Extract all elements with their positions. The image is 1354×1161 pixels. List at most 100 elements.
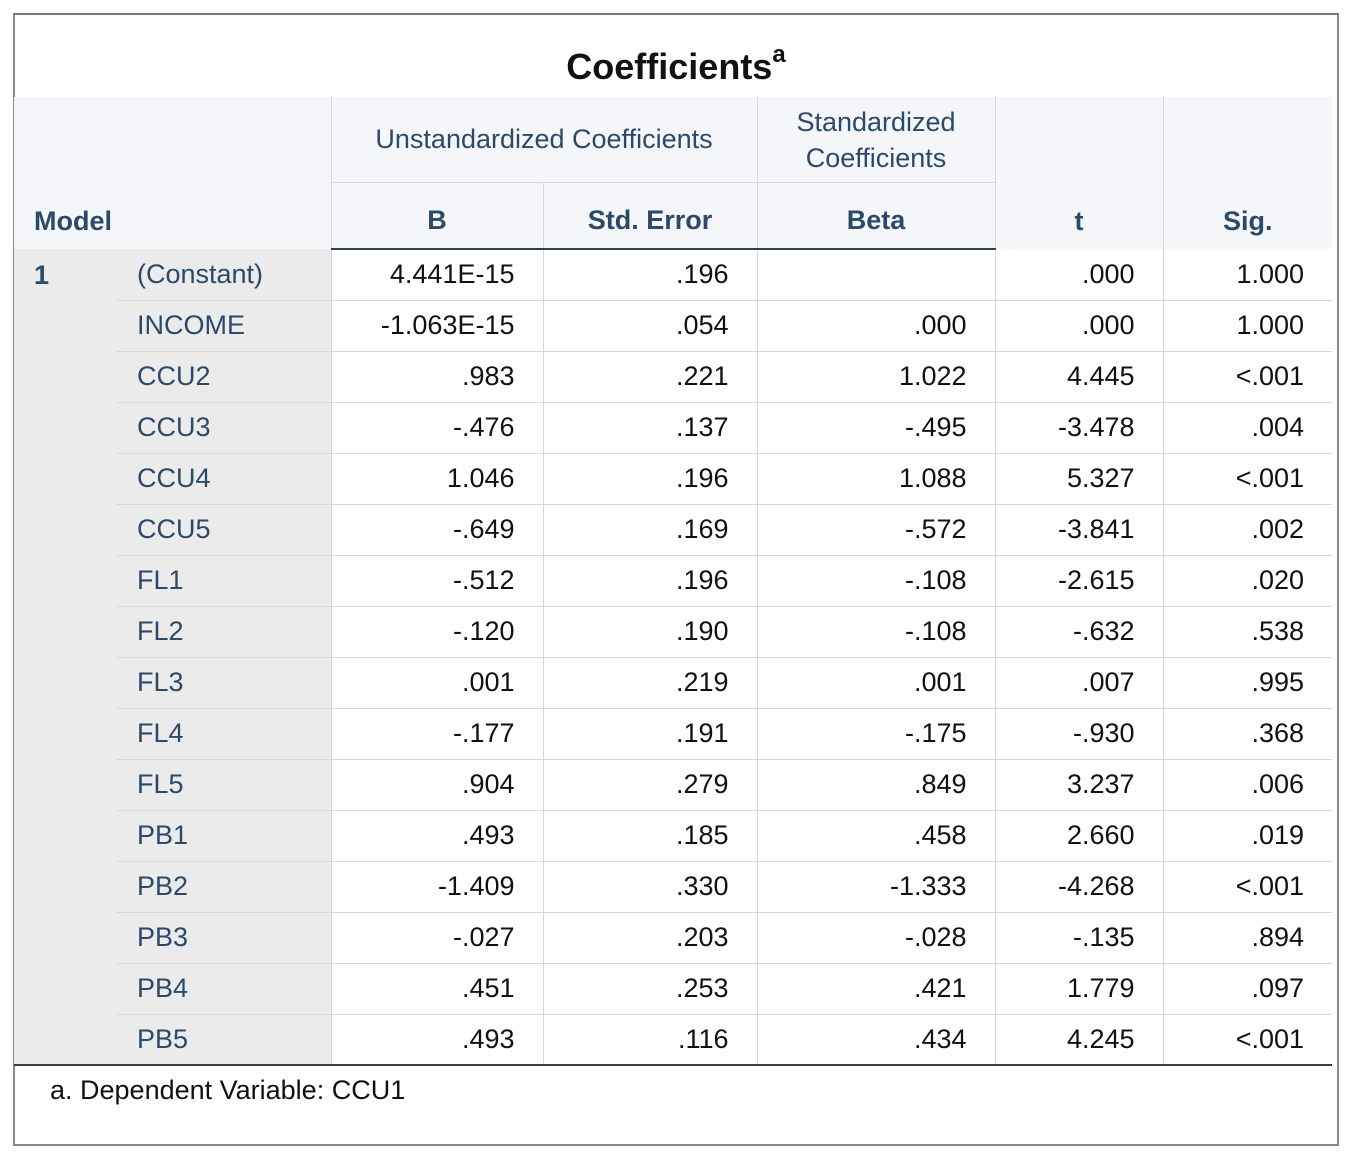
cell-sig: <.001: [1162, 1014, 1333, 1066]
table-row: CCU4 1.046.196 1.088 5.327 <.001: [14, 453, 1333, 505]
cell-std-error: .054: [542, 300, 758, 352]
table-row: FL3.001.219.001.007.995: [14, 657, 1333, 709]
variable-name: FL2: [117, 606, 331, 658]
cell-sig: .002: [1162, 504, 1333, 556]
table-row: PB5.493.116.434 4.245 <.001: [14, 1014, 1333, 1066]
variable-name: FL5: [117, 759, 331, 811]
cell-sig: .538: [1162, 606, 1333, 658]
cell-sig: .097: [1162, 963, 1333, 1015]
cell-beta: .458: [756, 810, 996, 862]
table-row: CCU2.983.221 1.022 4.445 <.001: [14, 351, 1333, 403]
cell-std-error: .196: [542, 555, 758, 607]
cell-b: -1.063E-15: [330, 300, 543, 352]
variable-name: PB3: [117, 912, 331, 964]
cell-beta: -1.333: [756, 861, 996, 913]
header-standardized: Standardized Coefficients: [756, 97, 996, 183]
cell-sig: .894: [1162, 912, 1333, 964]
cell-t: -2.615: [994, 555, 1164, 607]
table-row: PB3 -.027.203 -.028 -.135.894: [14, 912, 1333, 964]
cell-beta: -.175: [756, 708, 996, 760]
footnote: a. Dependent Variable: CCU1: [50, 1075, 406, 1105]
cell-t: -.930: [994, 708, 1164, 760]
cell-std-error: .190: [542, 606, 758, 658]
cell-std-error: .253: [542, 963, 758, 1015]
cell-b: .451: [330, 963, 543, 1015]
cell-std-error: .279: [542, 759, 758, 811]
table-row: CCU3 -.476.137 -.495 -3.478.004: [14, 402, 1333, 454]
table-row: PB1.493.185.458 2.660.019: [14, 810, 1333, 862]
variable-name: CCU5: [117, 504, 331, 556]
model-number: 1: [14, 249, 117, 1066]
cell-b: -.476: [330, 402, 543, 454]
variable-name: FL3: [117, 657, 331, 709]
header-unstandardized: Unstandardized Coefficients: [330, 97, 758, 183]
coefficients-table: Model Unstandardized Coefficients Standa…: [14, 97, 1333, 1066]
table-row: FL5.904.279.849 3.237.006: [14, 759, 1333, 811]
cell-sig: <.001: [1162, 861, 1333, 913]
cell-beta: 1.022: [756, 351, 996, 403]
cell-t: -.135: [994, 912, 1164, 964]
header-t: t: [994, 97, 1164, 249]
cell-b: -.027: [330, 912, 543, 964]
cell-beta: -.572: [756, 504, 996, 556]
cell-sig: .004: [1162, 402, 1333, 454]
cell-t: -4.268: [994, 861, 1164, 913]
cell-std-error: .169: [542, 504, 758, 556]
table-row: FL4 -.177.191 -.175 -.930.368: [14, 708, 1333, 760]
variable-name: (Constant): [117, 249, 331, 301]
table-title: Coefficientsa: [15, 41, 1337, 88]
cell-b: -.649: [330, 504, 543, 556]
cell-t: 3.237: [994, 759, 1164, 811]
variable-name: PB5: [117, 1014, 331, 1066]
cell-std-error: .330: [542, 861, 758, 913]
cell-beta: .421: [756, 963, 996, 1015]
cell-b: -.512: [330, 555, 543, 607]
cell-t: -3.841: [994, 504, 1164, 556]
cell-std-error: .221: [542, 351, 758, 403]
cell-b: .001: [330, 657, 543, 709]
variable-name: PB4: [117, 963, 331, 1015]
cell-beta: .001: [756, 657, 996, 709]
cell-t: 2.660: [994, 810, 1164, 862]
cell-std-error: .116: [542, 1014, 758, 1066]
cell-b: -1.409: [330, 861, 543, 913]
cell-sig: .995: [1162, 657, 1333, 709]
table-row: 1 (Constant) 4.441E-15.196.000 1.000: [14, 249, 1333, 1066]
cell-std-error: .203: [542, 912, 758, 964]
cell-sig: .019: [1162, 810, 1333, 862]
cell-t: 1.779: [994, 963, 1164, 1015]
table-row: FL1 -.512.196 -.108 -2.615.020: [14, 555, 1333, 607]
header-b: B: [330, 182, 543, 250]
table-body: 1 (Constant) 4.441E-15.196.000 1.000 INCOME -…: [14, 249, 1333, 1066]
variable-name: PB1: [117, 810, 331, 862]
cell-sig: 1.000: [1162, 249, 1333, 301]
variable-name: CCU4: [117, 453, 331, 505]
variable-name: FL1: [117, 555, 331, 607]
variable-name: CCU3: [117, 402, 331, 454]
header-beta: Beta: [756, 182, 996, 250]
cell-t: .007: [994, 657, 1164, 709]
cell-beta: .849: [756, 759, 996, 811]
cell-t: -3.478: [994, 402, 1164, 454]
cell-beta: .434: [756, 1014, 996, 1066]
cell-b: 4.441E-15: [330, 249, 543, 301]
cell-b: .983: [330, 351, 543, 403]
cell-std-error: .196: [542, 249, 758, 301]
cell-b: .904: [330, 759, 543, 811]
variable-name: PB2: [117, 861, 331, 913]
cell-beta: .000: [756, 300, 996, 352]
cell-b: -.177: [330, 708, 543, 760]
cell-std-error: .191: [542, 708, 758, 760]
cell-std-error: .219: [542, 657, 758, 709]
variable-name: CCU2: [117, 351, 331, 403]
cell-b: -.120: [330, 606, 543, 658]
cell-t: -.632: [994, 606, 1164, 658]
cell-std-error: .137: [542, 402, 758, 454]
cell-beta: 1.088: [756, 453, 996, 505]
cell-t: 4.445: [994, 351, 1164, 403]
table-row: CCU5 -.649.169 -.572 -3.841.002: [14, 504, 1333, 556]
cell-sig: .020: [1162, 555, 1333, 607]
cell-t: .000: [994, 300, 1164, 352]
cell-b: 1.046: [330, 453, 543, 505]
cell-t: 5.327: [994, 453, 1164, 505]
